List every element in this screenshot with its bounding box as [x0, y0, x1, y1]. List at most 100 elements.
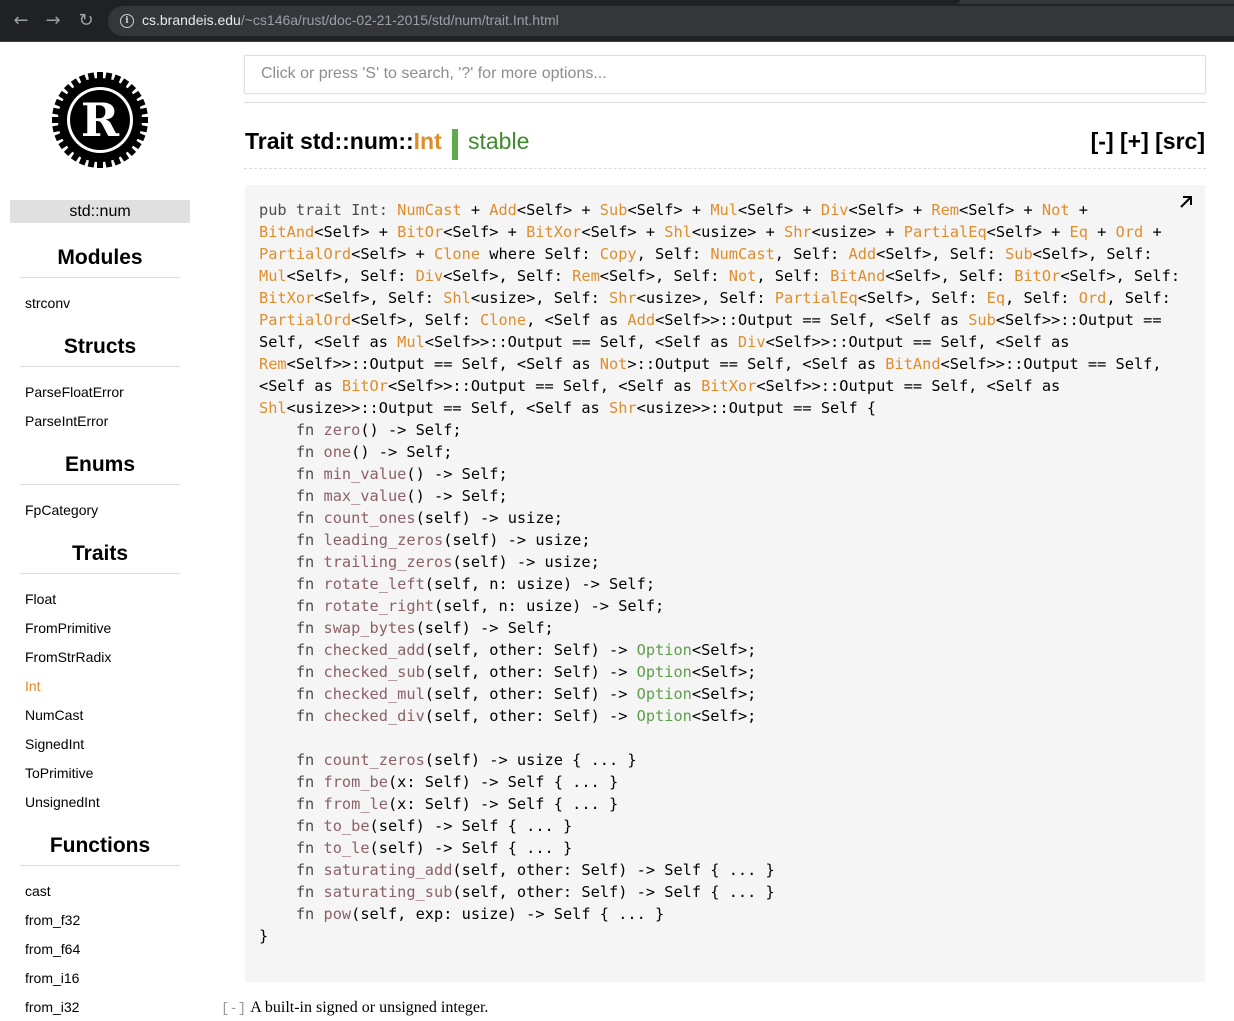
- reload-icon[interactable]: ↻: [73, 8, 99, 34]
- type-link[interactable]: Ord: [1116, 223, 1144, 241]
- type-link[interactable]: Clone: [434, 245, 480, 263]
- method-link[interactable]: checked_div: [323, 707, 424, 725]
- method-link[interactable]: to_be: [323, 817, 369, 835]
- url-text[interactable]: cs.brandeis.edu/~cs146a/rust/doc-02-21-2…: [142, 12, 559, 28]
- method-link[interactable]: zero: [323, 421, 360, 439]
- crate-location[interactable]: std::num: [10, 200, 190, 223]
- type-link[interactable]: Mul: [710, 201, 738, 219]
- type-link[interactable]: Rem: [572, 267, 600, 285]
- description-toggle[interactable]: [-]: [221, 1001, 246, 1017]
- type-link[interactable]: Sub: [600, 201, 628, 219]
- type-link[interactable]: PartialOrd: [259, 245, 351, 263]
- type-link[interactable]: Sub: [1005, 245, 1033, 263]
- method-link[interactable]: one: [323, 443, 351, 461]
- type-link[interactable]: Clone: [480, 311, 526, 329]
- method-link[interactable]: from_le: [323, 795, 387, 813]
- type-link[interactable]: PartialEq: [904, 223, 987, 241]
- type-link[interactable]: Rem: [931, 201, 959, 219]
- sidebar-item-from-f64[interactable]: from_f64: [25, 941, 80, 957]
- type-link[interactable]: BitXor: [259, 289, 314, 307]
- type-link[interactable]: Sub: [968, 311, 996, 329]
- type-link[interactable]: Shl: [259, 399, 287, 417]
- type-link[interactable]: Div: [821, 201, 849, 219]
- type-link[interactable]: Add: [627, 311, 655, 329]
- type-link[interactable]: BitAnd: [885, 355, 940, 373]
- method-link[interactable]: trailing_zeros: [323, 553, 452, 571]
- method-link[interactable]: count_ones: [323, 509, 415, 527]
- method-link[interactable]: checked_mul: [323, 685, 424, 703]
- sidebar-item-fromprimitive[interactable]: FromPrimitive: [25, 620, 111, 636]
- method-link[interactable]: min_value: [323, 465, 406, 483]
- type-link[interactable]: BitXor: [526, 223, 581, 241]
- type-link[interactable]: Eq: [987, 289, 1005, 307]
- type-link[interactable]: PartialEq: [775, 289, 858, 307]
- sidebar-item-from-i16[interactable]: from_i16: [25, 970, 79, 986]
- sidebar-item-toprimitive[interactable]: ToPrimitive: [25, 765, 93, 781]
- sidebar-item-signedint[interactable]: SignedInt: [25, 736, 84, 752]
- type-link[interactable]: Not: [729, 267, 757, 285]
- method-link[interactable]: checked_add: [323, 641, 424, 659]
- method-link[interactable]: saturating_add: [323, 861, 452, 879]
- type-link[interactable]: Rem: [259, 355, 287, 373]
- type-link[interactable]: Add: [848, 245, 876, 263]
- expand-icon[interactable]: [1177, 193, 1195, 211]
- sidebar-item-numcast[interactable]: NumCast: [25, 707, 83, 723]
- type-link[interactable]: BitXor: [701, 377, 756, 395]
- type-link[interactable]: Not: [600, 355, 628, 373]
- collapse-controls[interactable]: [-] [+] [src]: [1091, 128, 1205, 155]
- type-link[interactable]: Mul: [259, 267, 287, 285]
- sidebar-item-strconv[interactable]: strconv: [25, 295, 70, 311]
- search-input[interactable]: [245, 56, 1217, 91]
- type-link[interactable]: BitAnd: [259, 223, 314, 241]
- type-link[interactable]: Not: [1042, 201, 1070, 219]
- method-link[interactable]: pow: [323, 905, 351, 923]
- type-link[interactable]: BitAnd: [830, 267, 885, 285]
- type-link[interactable]: Shr: [609, 399, 637, 417]
- type-link[interactable]: Add: [489, 201, 517, 219]
- type-link[interactable]: Shr: [609, 289, 637, 307]
- enum-link[interactable]: Option: [637, 663, 692, 681]
- sidebar-item-parseinterror[interactable]: ParseIntError: [25, 413, 108, 429]
- enum-link[interactable]: Option: [637, 685, 692, 703]
- sidebar-item-fpcategory[interactable]: FpCategory: [25, 502, 98, 518]
- active-tab[interactable]: [0, 0, 960, 4]
- method-link[interactable]: leading_zeros: [323, 531, 443, 549]
- sidebar-item-from-f32[interactable]: from_f32: [25, 912, 80, 928]
- enum-link[interactable]: Option: [637, 707, 692, 725]
- forward-arrow-icon[interactable]: →: [40, 8, 66, 34]
- method-link[interactable]: rotate_left: [323, 575, 424, 593]
- type-link[interactable]: Copy: [600, 245, 637, 263]
- type-link[interactable]: BitOr: [397, 223, 443, 241]
- type-link[interactable]: PartialOrd: [259, 311, 351, 329]
- search-box[interactable]: [244, 55, 1217, 94]
- method-link[interactable]: from_be: [323, 773, 387, 791]
- type-link[interactable]: BitOr: [342, 377, 388, 395]
- type-link[interactable]: Eq: [1070, 223, 1088, 241]
- info-icon[interactable]: i: [120, 14, 134, 28]
- method-link[interactable]: count_zeros: [323, 751, 424, 769]
- sidebar-item-from-i32[interactable]: from_i32: [25, 999, 79, 1015]
- method-link[interactable]: saturating_sub: [323, 883, 452, 901]
- sidebar-item-float[interactable]: Float: [25, 591, 56, 607]
- address-bar[interactable]: i cs.brandeis.edu/~cs146a/rust/doc-02-21…: [108, 6, 1234, 36]
- type-link[interactable]: BitOr: [1014, 267, 1060, 285]
- type-link[interactable]: NumCast: [397, 201, 461, 219]
- rust-logo-icon[interactable]: R: [50, 70, 150, 170]
- method-link[interactable]: checked_sub: [323, 663, 424, 681]
- sidebar-item-fromstrradix[interactable]: FromStrRadix: [25, 649, 111, 665]
- enum-link[interactable]: Option: [637, 641, 692, 659]
- back-arrow-icon[interactable]: ←: [8, 8, 34, 34]
- trait-name[interactable]: Int: [414, 128, 442, 154]
- method-link[interactable]: rotate_right: [323, 597, 434, 615]
- type-link[interactable]: Div: [416, 267, 444, 285]
- sidebar-item-parsefloaterror[interactable]: ParseFloatError: [25, 384, 124, 400]
- type-link[interactable]: Mul: [397, 333, 425, 351]
- sidebar-item-int[interactable]: Int: [25, 678, 41, 694]
- type-link[interactable]: Shl: [664, 223, 692, 241]
- type-link[interactable]: NumCast: [710, 245, 774, 263]
- type-link[interactable]: Shl: [443, 289, 471, 307]
- method-link[interactable]: max_value: [323, 487, 406, 505]
- method-link[interactable]: to_le: [323, 839, 369, 857]
- method-link[interactable]: swap_bytes: [323, 619, 415, 637]
- type-link[interactable]: Div: [738, 333, 766, 351]
